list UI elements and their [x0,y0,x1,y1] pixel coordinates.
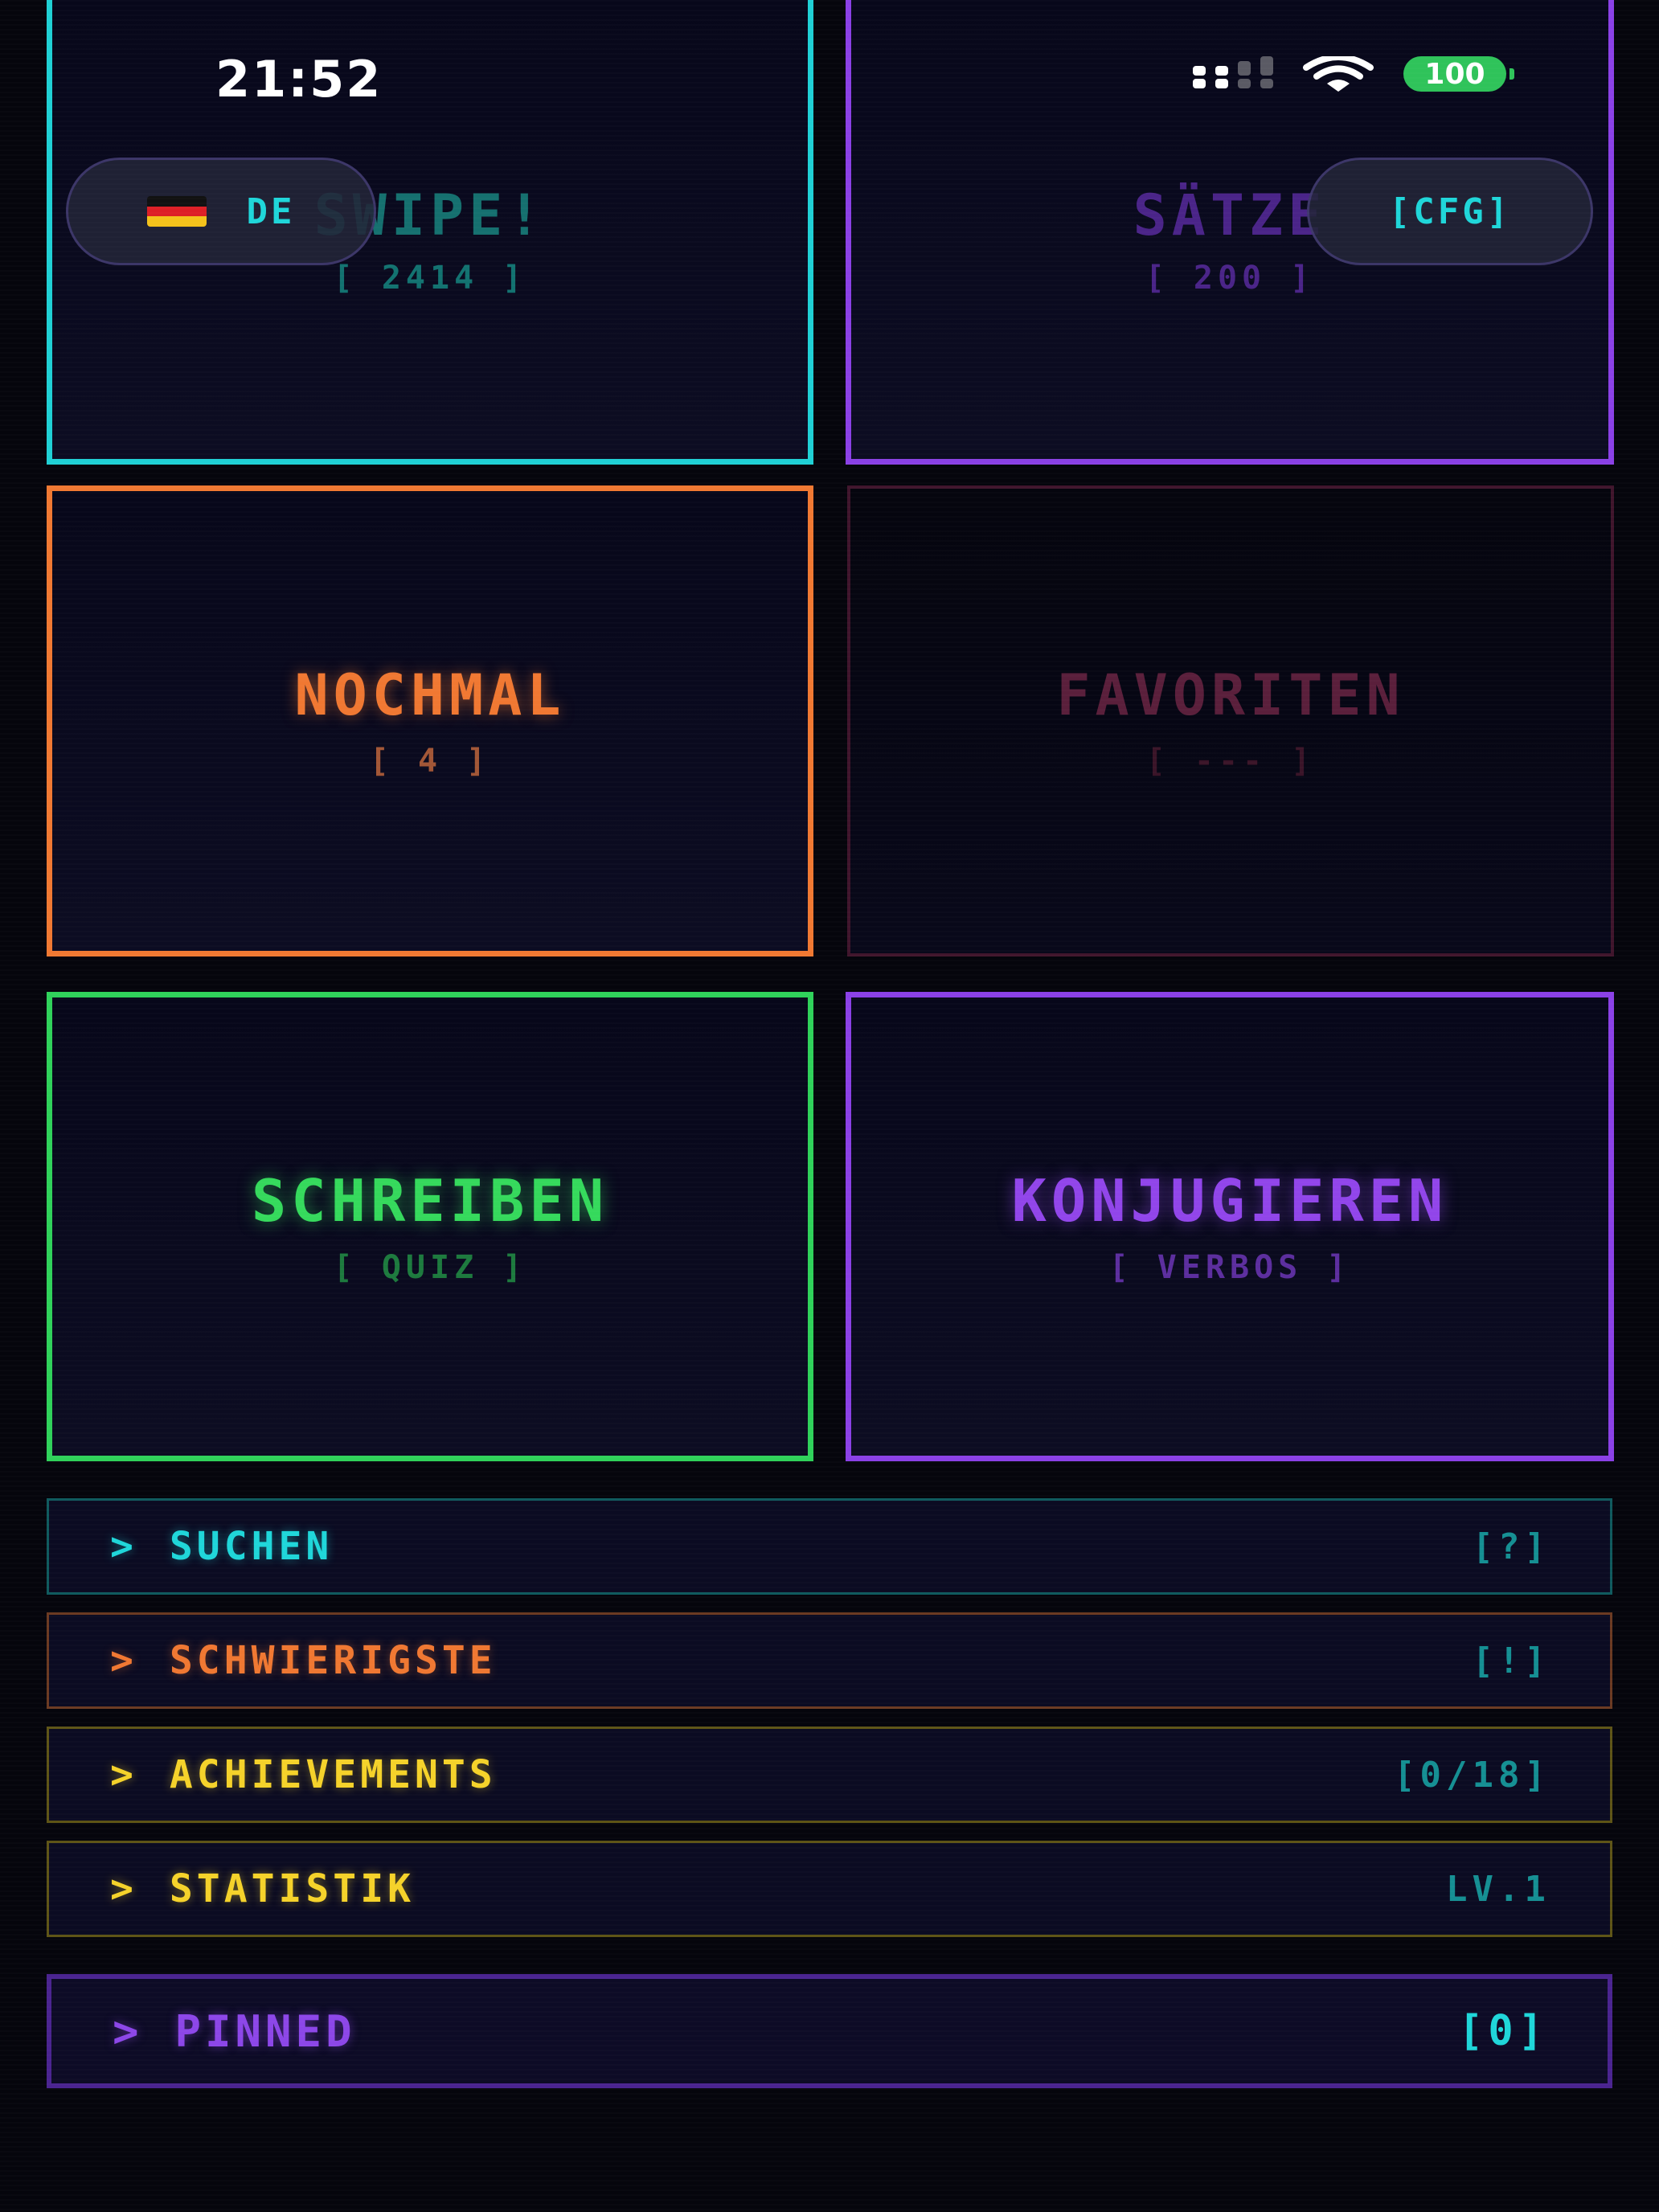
menu-item-label: SUCHEN [169,1524,334,1569]
tile-favoriten[interactable]: FAVORITEN [ --- ] [847,485,1614,956]
tile-nochmal-title: NOCHMAL [294,662,566,728]
tile-konjugieren-sub: [ VERBOS ] [1108,1249,1351,1286]
menu-item-label: PINNED [174,2005,356,2057]
prompt-chevron-icon: > [110,1638,137,1683]
menu-item-pinned[interactable]: > PINNED [0] [47,1974,1612,2088]
wifi-icon [1303,56,1374,92]
tile-favoriten-title: FAVORITEN [1056,662,1405,728]
tile-schreiben-sub: [ QUIZ ] [333,1249,527,1286]
menu-item-suchen[interactable]: > SUCHEN [?] [47,1498,1612,1595]
signal-icon [1193,56,1273,88]
config-label: [CFG] [1388,190,1512,232]
prompt-chevron-icon: > [113,2005,143,2057]
menu-item-statistik[interactable]: > STATISTIK LV.1 [47,1841,1612,1937]
status-icons: 100 [1193,56,1514,92]
tile-schreiben[interactable]: SCHREIBEN [ QUIZ ] [47,992,813,1461]
battery-level: 100 [1403,56,1506,92]
menu-item-badge: [0] [1458,2007,1548,2055]
battery-tip [1509,68,1514,80]
menu-item-label: STATISTIK [169,1866,415,1911]
tile-saetze-count: [ 200 ] [1145,260,1315,297]
config-button[interactable]: [CFG] [1307,158,1593,265]
menu-item-schwierigste[interactable]: > SCHWIERIGSTE [!] [47,1612,1612,1709]
tile-favoriten-count: [ --- ] [1145,743,1316,780]
tile-nochmal[interactable]: NOCHMAL [ 4 ] [47,485,813,956]
menu-item-label: ACHIEVEMENTS [169,1752,497,1797]
prompt-chevron-icon: > [110,1866,137,1911]
tile-swipe-count: [ 2414 ] [333,260,527,297]
language-button[interactable]: DE [66,158,376,265]
tile-schreiben-title: SCHREIBEN [251,1167,609,1235]
language-label: DE [246,190,296,232]
tile-konjugieren[interactable]: KONJUGIEREN [ VERBOS ] [846,992,1614,1461]
flag-de-icon [146,196,207,227]
menu-item-badge: LV.1 [1446,1868,1550,1910]
tile-saetze-title: SÄTZE [1133,182,1327,248]
tile-konjugieren-title: KONJUGIEREN [1011,1167,1448,1235]
menu-item-label: SCHWIERIGSTE [169,1638,497,1683]
status-time: 21:52 [215,50,383,109]
battery-icon: 100 [1403,56,1514,92]
menu-item-badge: [!] [1472,1640,1550,1682]
tile-nochmal-count: [ 4 ] [369,743,491,780]
menu-item-achievements[interactable]: > ACHIEVEMENTS [0/18] [47,1727,1612,1823]
prompt-chevron-icon: > [110,1752,137,1797]
prompt-chevron-icon: > [110,1524,137,1569]
menu-item-badge: [0/18] [1394,1754,1550,1796]
menu-item-badge: [?] [1472,1526,1550,1567]
